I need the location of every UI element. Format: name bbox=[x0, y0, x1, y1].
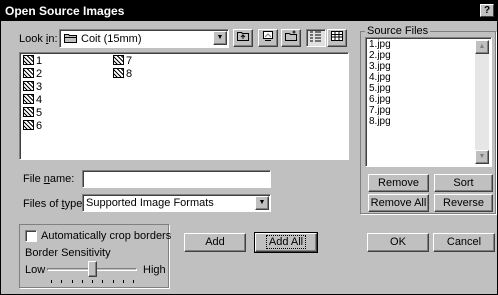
slider-tick bbox=[92, 280, 93, 283]
file-item-label: 4 bbox=[36, 94, 43, 106]
image-file-icon bbox=[23, 68, 34, 78]
list-view-icon bbox=[310, 31, 321, 42]
high-label: High bbox=[143, 264, 166, 276]
file-list[interactable]: 123456 78 bbox=[19, 52, 349, 160]
new-folder-icon bbox=[285, 30, 297, 41]
file-column-2: 78 bbox=[113, 55, 132, 81]
file-item-label: 6 bbox=[36, 120, 43, 132]
add-all-label: Add All bbox=[265, 235, 307, 249]
file-item[interactable]: 5 bbox=[23, 107, 42, 120]
source-file-item[interactable]: 6.jpg bbox=[369, 94, 391, 105]
source-file-item[interactable]: 4.jpg bbox=[369, 72, 391, 83]
folder-icon bbox=[64, 33, 77, 43]
file-item-label: 3 bbox=[36, 81, 43, 93]
file-item-label: 5 bbox=[36, 107, 43, 119]
image-file-icon bbox=[113, 55, 124, 65]
file-name-label: File name: bbox=[23, 173, 75, 185]
slider-tick bbox=[72, 280, 73, 283]
file-item-label: 2 bbox=[36, 68, 43, 80]
sort-button[interactable]: Sort bbox=[434, 174, 493, 192]
remove-button[interactable]: Remove bbox=[368, 174, 429, 192]
slider-tick bbox=[113, 280, 114, 283]
low-label: Low bbox=[25, 264, 46, 276]
image-file-icon bbox=[23, 94, 34, 104]
details-view-icon bbox=[331, 31, 343, 41]
title-bar[interactable]: Open Source Images ? bbox=[1, 1, 497, 21]
image-file-icon bbox=[23, 107, 34, 117]
reverse-button[interactable]: Reverse bbox=[434, 194, 493, 212]
file-item[interactable]: 8 bbox=[113, 68, 132, 81]
source-files-scrollbar[interactable]: ▲ ▼ bbox=[475, 40, 489, 164]
details-view-button[interactable] bbox=[327, 29, 347, 47]
slider-tick bbox=[123, 280, 124, 283]
remove-all-button[interactable]: Remove All bbox=[368, 194, 429, 212]
desktop-icon bbox=[263, 31, 273, 41]
file-item-label: 7 bbox=[126, 55, 133, 67]
file-item[interactable]: 2 bbox=[23, 68, 42, 81]
add-button[interactable]: Add bbox=[184, 233, 246, 252]
file-item-label: 8 bbox=[126, 68, 133, 80]
image-file-icon bbox=[113, 68, 124, 78]
file-type-label: Files of type: bbox=[23, 198, 86, 210]
list-view-button[interactable] bbox=[306, 29, 326, 47]
scroll-down-arrow-icon[interactable]: ▼ bbox=[475, 150, 489, 164]
look-in-label: Look in: bbox=[19, 33, 58, 45]
source-files-items: 1.jpg 2.jpg 3.jpg 4.jpg 5.jpg 6.jpg 7.jpg 8.jpg bbox=[369, 39, 391, 127]
slider-thumb[interactable] bbox=[88, 261, 97, 277]
open-source-images-dialog: Open Source Images ? Look in: Coit (15mm… bbox=[0, 0, 498, 295]
image-file-icon bbox=[23, 81, 34, 91]
up-one-level-button[interactable] bbox=[233, 29, 253, 47]
slider-tick bbox=[102, 280, 103, 283]
chevron-down-icon[interactable]: ▼ bbox=[255, 196, 269, 210]
look-in-value: Coit (15mm) bbox=[81, 33, 142, 45]
cancel-button[interactable]: Cancel bbox=[433, 233, 495, 252]
image-file-icon bbox=[23, 120, 34, 130]
image-file-icon bbox=[23, 55, 34, 65]
look-in-combo[interactable]: Coit (15mm) ▼ bbox=[59, 29, 229, 48]
file-item[interactable]: 7 bbox=[113, 55, 132, 68]
source-files-label: Source Files bbox=[365, 24, 431, 38]
file-item[interactable]: 3 bbox=[23, 81, 42, 94]
source-file-item[interactable]: 1.jpg bbox=[369, 39, 391, 50]
auto-crop-label[interactable]: Automatically crop borders bbox=[41, 229, 171, 243]
border-sensitivity-slider[interactable] bbox=[47, 261, 137, 285]
help-button[interactable]: ? bbox=[480, 4, 494, 17]
slider-tick bbox=[61, 280, 62, 283]
file-item[interactable]: 4 bbox=[23, 94, 42, 107]
desktop-button[interactable] bbox=[258, 29, 278, 47]
folder-up-icon bbox=[237, 32, 249, 41]
ok-button[interactable]: OK bbox=[367, 233, 429, 252]
source-file-item[interactable]: 8.jpg bbox=[369, 116, 391, 127]
slider-tick bbox=[82, 280, 83, 283]
source-file-item[interactable]: 3.jpg bbox=[369, 61, 391, 72]
file-type-combo[interactable]: Supported Image Formats ▼ bbox=[82, 194, 271, 212]
file-item[interactable]: 1 bbox=[23, 55, 42, 68]
source-file-item[interactable]: 5.jpg bbox=[369, 83, 391, 94]
file-item-label: 1 bbox=[36, 55, 43, 67]
file-type-value: Supported Image Formats bbox=[86, 197, 214, 209]
source-file-item[interactable]: 2.jpg bbox=[369, 50, 391, 61]
source-file-item[interactable]: 7.jpg bbox=[369, 105, 391, 116]
slider-tick bbox=[133, 280, 134, 283]
file-column-1: 123456 bbox=[23, 55, 42, 133]
chevron-down-icon[interactable]: ▼ bbox=[213, 31, 227, 45]
slider-tick bbox=[51, 280, 52, 283]
border-sensitivity-label: Border Sensitivity bbox=[25, 247, 111, 259]
add-all-button[interactable]: Add All bbox=[254, 232, 318, 253]
auto-crop-checkbox[interactable] bbox=[25, 230, 37, 242]
scroll-up-arrow-icon[interactable]: ▲ bbox=[475, 40, 489, 54]
file-item[interactable]: 6 bbox=[23, 120, 42, 133]
new-folder-button[interactable] bbox=[281, 29, 301, 47]
dialog-title: Open Source Images bbox=[5, 4, 125, 18]
source-files-list[interactable]: 1.jpg 2.jpg 3.jpg 4.jpg 5.jpg 6.jpg 7.jpg 8.jpg… bbox=[365, 37, 492, 167]
file-name-input[interactable] bbox=[82, 170, 271, 188]
